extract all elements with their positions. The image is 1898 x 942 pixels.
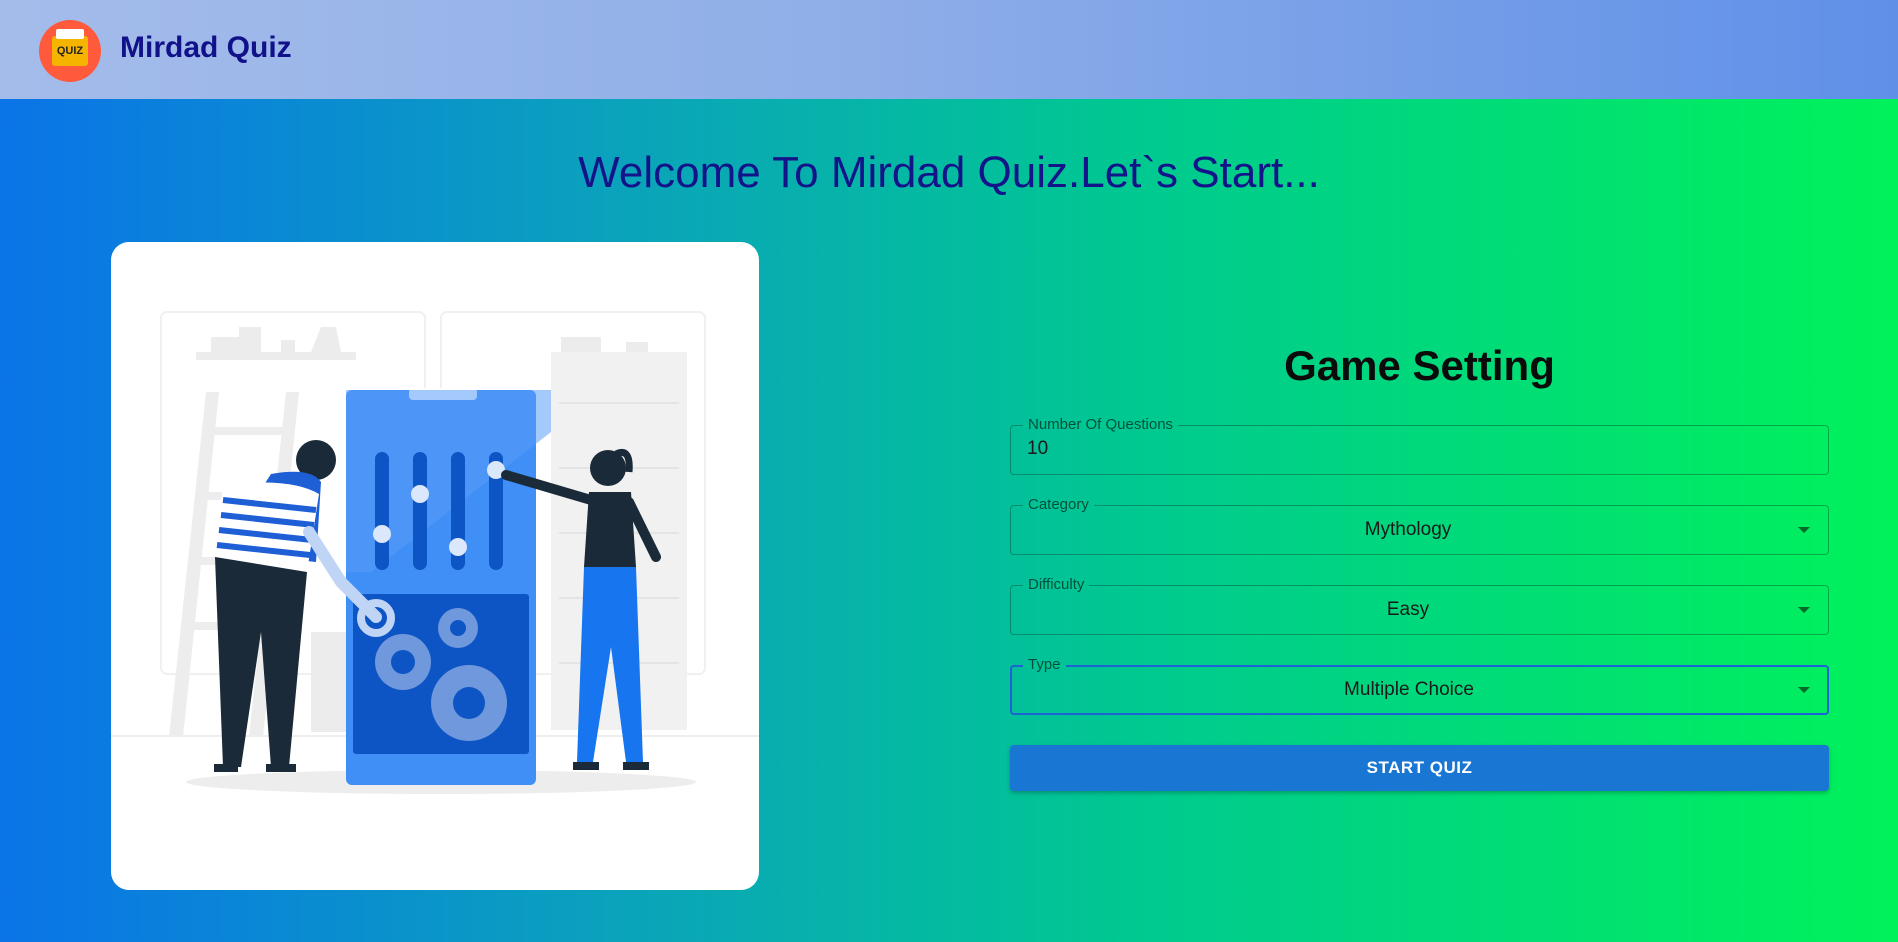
type-select[interactable]: Type Multiple Choice (1010, 657, 1829, 715)
number-of-questions-label: Number Of Questions (1023, 417, 1179, 433)
difficulty-value[interactable]: Easy (1011, 599, 1805, 621)
difficulty-select[interactable]: Difficulty Easy (1010, 577, 1829, 635)
type-value[interactable]: Multiple Choice (1012, 679, 1806, 701)
settings-illustration (111, 311, 759, 794)
number-of-questions-input[interactable]: 10 (1027, 438, 1048, 460)
settings-title: Game Setting (1284, 342, 1555, 389)
quiz-logo-icon: QUIZ (39, 20, 101, 82)
game-settings-panel: Game Setting Number Of Questions 10 Cate… (1010, 330, 1829, 791)
difficulty-label: Difficulty (1023, 577, 1090, 593)
start-quiz-button[interactable]: START QUIZ (1010, 745, 1829, 791)
caret-down-icon[interactable] (1798, 527, 1810, 533)
category-label: Category (1023, 497, 1094, 513)
category-select[interactable]: Category Mythology (1010, 497, 1829, 555)
app-bar: QUIZ Mirdad Quiz (0, 0, 1898, 99)
folder-icon: QUIZ (52, 29, 88, 66)
app-title: Mirdad Quiz (120, 31, 292, 64)
logo-text: QUIZ (56, 45, 84, 57)
welcome-heading: Welcome To Mirdad Quiz.Let`s Start... (578, 148, 1320, 197)
caret-down-icon[interactable] (1798, 607, 1810, 613)
caret-down-icon[interactable] (1798, 687, 1810, 693)
category-value[interactable]: Mythology (1011, 519, 1805, 541)
type-label: Type (1023, 657, 1066, 673)
illustration-card (111, 242, 759, 890)
number-of-questions-field[interactable]: Number Of Questions 10 (1010, 417, 1829, 475)
